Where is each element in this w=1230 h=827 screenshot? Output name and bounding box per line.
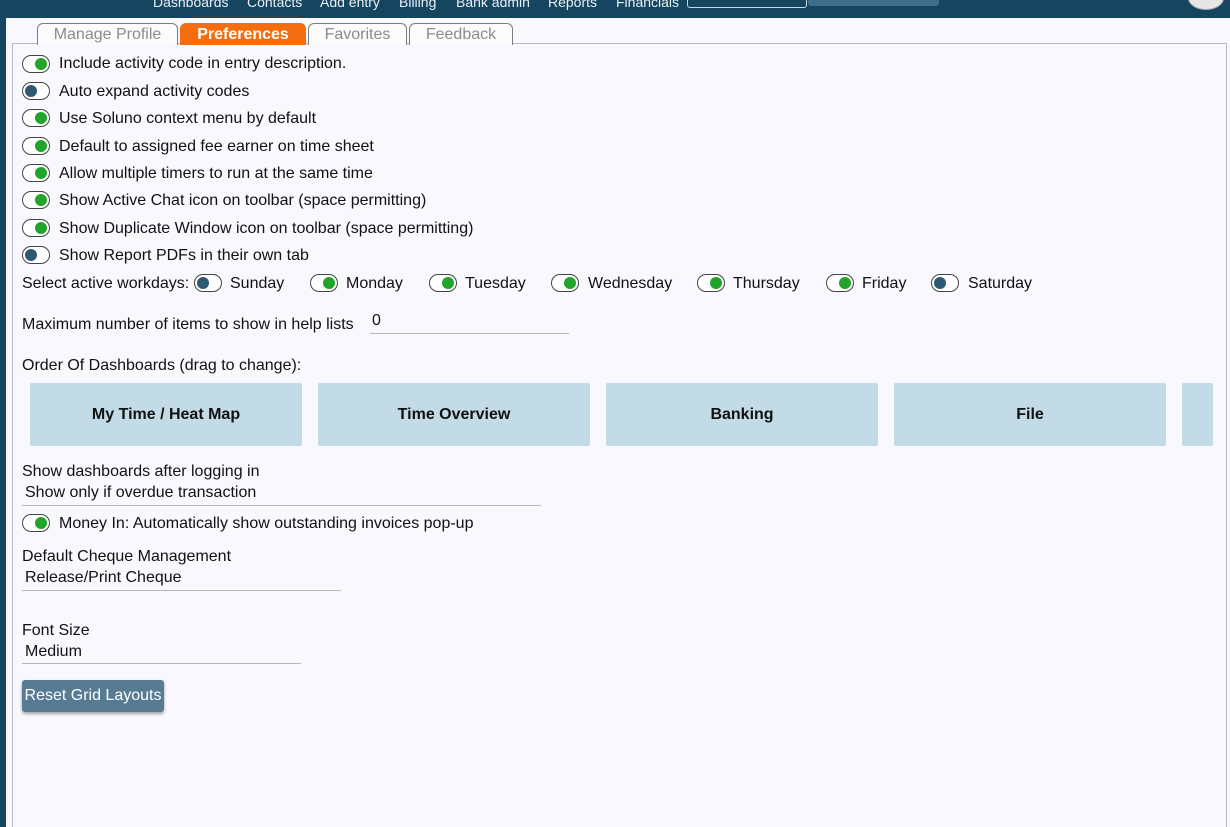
dashboard-card-overflow[interactable] (1182, 383, 1213, 446)
font-size-select[interactable]: Medium (25, 643, 82, 661)
workday-label-tuesday: Tuesday (465, 275, 526, 292)
toggle-workday-friday[interactable] (826, 274, 854, 292)
toggle-workday-saturday[interactable] (931, 274, 959, 292)
toggle-knob (35, 167, 47, 179)
toggle-workday-monday[interactable] (310, 274, 338, 292)
cheque-select[interactable]: Release/Print Cheque (25, 569, 182, 587)
toggle-workday-tuesday[interactable] (429, 274, 457, 292)
nav-item-add-entry[interactable]: Add entry (320, 0, 380, 10)
toggle-knob (35, 112, 47, 124)
workday-label-thursday: Thursday (733, 275, 800, 292)
dashboard-card-time-overview[interactable]: Time Overview (318, 383, 590, 446)
pref-label-include-activity-code: Include activity code in entry descripti… (59, 55, 347, 72)
toggle-knob (35, 222, 47, 234)
pref-label-multiple-timers: Allow multiple timers to run at the same… (59, 165, 373, 182)
toggle-knob (25, 85, 37, 97)
dashboard-order-label: Order Of Dashboards (drag to change): (22, 357, 302, 374)
max-items-input[interactable]: 0 (372, 312, 381, 330)
workday-label-monday: Monday (346, 275, 403, 292)
toggle-knob (35, 140, 47, 152)
toggle-workday-wednesday[interactable] (551, 274, 579, 292)
max-items-underline (370, 332, 569, 334)
max-items-label: Maximum number of items to show in help … (22, 316, 354, 333)
toggle-soluno-context-menu[interactable] (22, 109, 50, 127)
toggle-workday-sunday[interactable] (194, 274, 222, 292)
toggle-auto-expand-activity-codes[interactable] (22, 82, 50, 100)
workday-label-saturday: Saturday (968, 275, 1033, 292)
nav-item-financials[interactable]: Financials (616, 0, 679, 10)
show-dashboards-underline (22, 504, 541, 506)
pref-label-duplicate-window: Show Duplicate Window icon on toolbar (s… (59, 220, 474, 237)
nav-action-button[interactable] (808, 0, 939, 6)
nav-item-dashboards[interactable]: Dashboards (153, 0, 229, 10)
pref-label-active-chat: Show Active Chat icon on toolbar (space … (59, 192, 427, 209)
search-input[interactable] (687, 0, 807, 8)
toggle-knob (25, 249, 37, 261)
cheque-underline (22, 589, 341, 591)
toggle-knob (710, 277, 722, 289)
toggle-knob (839, 277, 851, 289)
pref-label-auto-expand: Auto expand activity codes (59, 83, 250, 100)
nav-item-contacts[interactable]: Contacts (247, 0, 302, 10)
workday-label-wednesday: Wednesday (588, 275, 673, 292)
toggle-money-in-popup[interactable] (22, 514, 50, 532)
toggle-knob (35, 58, 47, 70)
dashboard-card-banking[interactable]: Banking (606, 383, 878, 446)
nav-item-bank-admin[interactable]: Bank admin (456, 0, 530, 10)
toggle-knob (442, 277, 454, 289)
toggle-workday-thursday[interactable] (697, 274, 725, 292)
toggle-default-fee-earner[interactable] (22, 137, 50, 155)
toggle-knob (934, 277, 946, 289)
cheque-label: Default Cheque Management (22, 548, 232, 565)
avatar[interactable] (1188, 0, 1224, 10)
nav-item-billing[interactable]: Billing (399, 0, 436, 10)
reset-grid-layouts-button[interactable]: Reset Grid Layouts (22, 680, 164, 712)
pref-label-context-menu: Use Soluno context menu by default (59, 110, 317, 127)
toggle-knob (323, 277, 335, 289)
toggle-duplicate-window-icon[interactable] (22, 219, 50, 237)
toggle-report-pdfs-own-tab[interactable] (22, 246, 50, 264)
nav-item-reports[interactable]: Reports (548, 0, 597, 10)
money-in-label: Money In: Automatically show outstanding… (59, 515, 474, 532)
tab-feedback[interactable]: Feedback (409, 23, 513, 45)
show-dashboards-label: Show dashboards after logging in (22, 463, 260, 480)
toggle-knob (197, 277, 209, 289)
toggle-knob (35, 517, 47, 529)
tab-favorites[interactable]: Favorites (308, 23, 407, 45)
dashboard-card-heat-map[interactable]: My Time / Heat Map (30, 383, 302, 446)
font-size-label: Font Size (22, 622, 90, 639)
pref-label-fee-earner: Default to assigned fee earner on time s… (59, 138, 374, 155)
tab-manage-profile[interactable]: Manage Profile (37, 23, 178, 45)
font-size-underline (22, 662, 301, 664)
pref-label-report-pdfs: Show Report PDFs in their own tab (59, 247, 309, 264)
workday-label-friday: Friday (862, 275, 907, 292)
show-dashboards-select[interactable]: Show only if overdue transaction (25, 484, 256, 502)
toggle-active-chat-icon[interactable] (22, 191, 50, 209)
workday-label-sunday: Sunday (230, 275, 285, 292)
toggle-multiple-timers[interactable] (22, 164, 50, 182)
toggle-include-activity-code[interactable] (22, 55, 50, 73)
workdays-label: Select active workdays: (22, 275, 190, 292)
tab-preferences[interactable]: Preferences (180, 23, 306, 45)
top-nav-bar: Dashboards Contacts Add entry Billing Ba… (0, 0, 1230, 18)
dashboard-card-file[interactable]: File (894, 383, 1166, 446)
toggle-knob (564, 277, 576, 289)
toggle-knob (35, 194, 47, 206)
